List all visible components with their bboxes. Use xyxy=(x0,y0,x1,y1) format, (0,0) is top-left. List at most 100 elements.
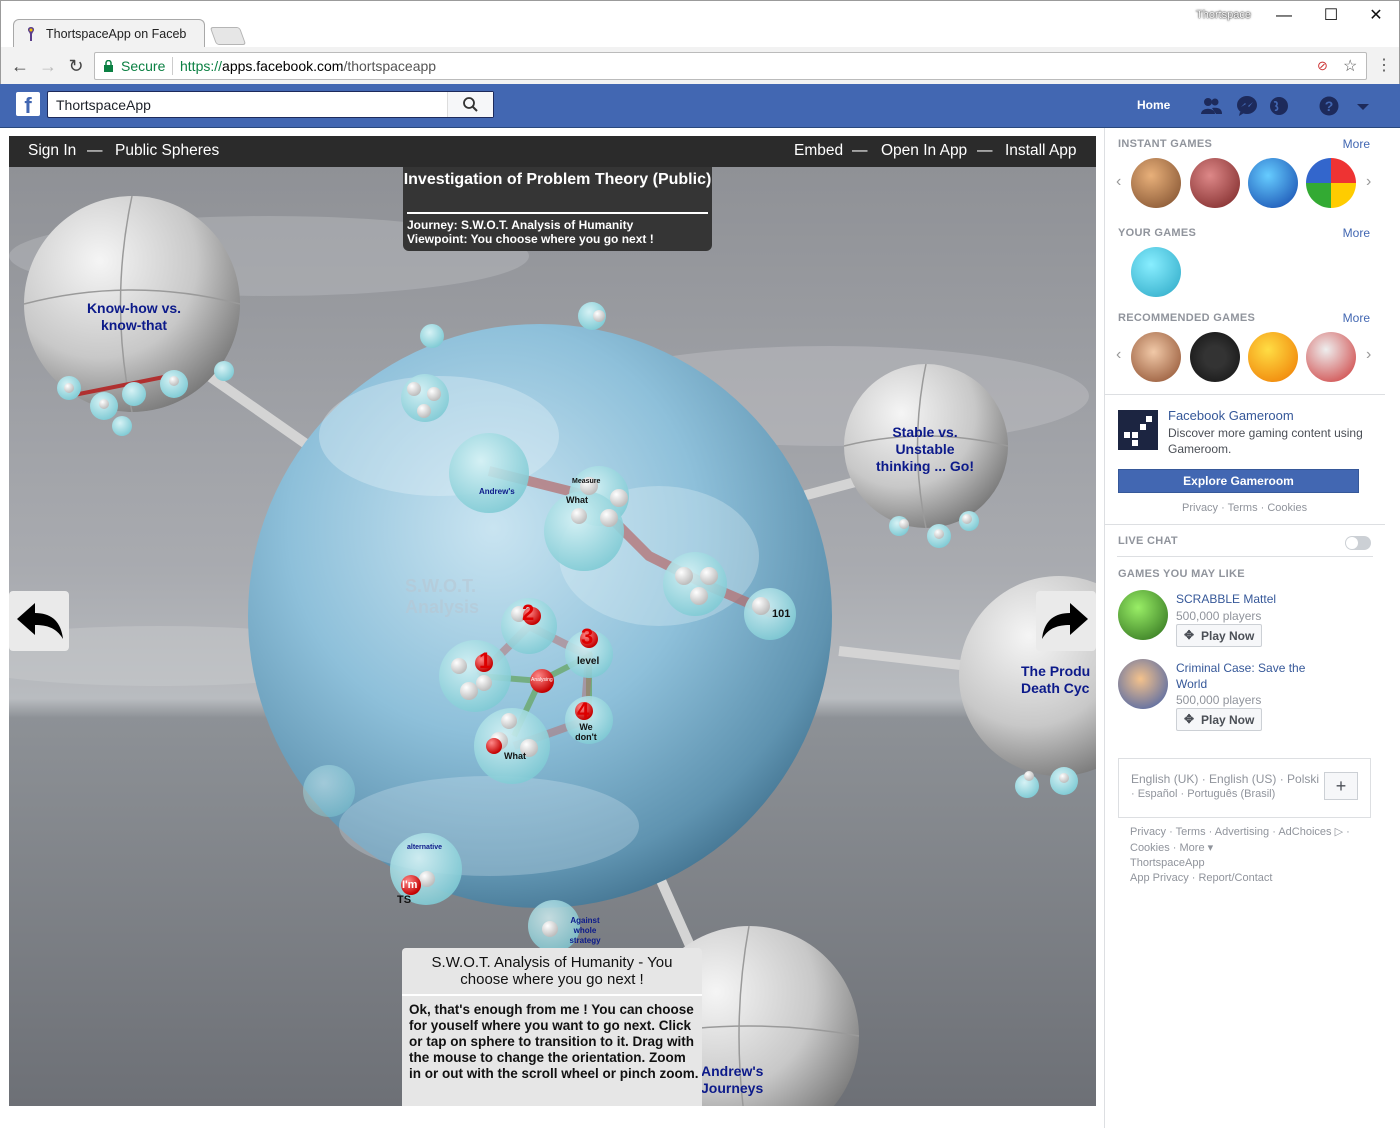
node-what-2[interactable]: What xyxy=(504,751,526,761)
search-input[interactable]: ThortspaceApp xyxy=(56,97,151,113)
chevron-left-icon[interactable]: ‹ xyxy=(1116,346,1121,364)
node-what[interactable]: What xyxy=(566,495,588,505)
play-now-button[interactable]: ✥ Play Now xyxy=(1176,624,1262,647)
game-icon-words-with-friends[interactable] xyxy=(1131,158,1181,208)
add-language-button[interactable]: + xyxy=(1324,772,1358,800)
friend-requests-icon[interactable] xyxy=(1200,96,1222,116)
window-title: Thortspace xyxy=(1196,9,1252,21)
gameroom-title-link[interactable]: Facebook Gameroom xyxy=(1168,408,1294,423)
gameroom-logo-icon[interactable] xyxy=(1118,410,1158,450)
install-app-link[interactable]: Install App xyxy=(1005,142,1077,160)
explore-gameroom-button[interactable]: Explore Gameroom xyxy=(1118,469,1359,493)
game-icon-scrabble[interactable] xyxy=(1118,590,1168,640)
game-icon-thortspace[interactable] xyxy=(1131,247,1181,297)
node-101[interactable]: 101 xyxy=(772,608,790,620)
game-players: 500,000 players xyxy=(1176,609,1262,623)
previous-arrow-button[interactable] xyxy=(9,591,69,651)
node-im[interactable]: I'm xyxy=(402,879,417,891)
game-icon-word[interactable] xyxy=(1306,158,1356,208)
embed-link[interactable]: Embed xyxy=(794,142,843,160)
live-chat-toggle[interactable] xyxy=(1345,536,1371,550)
node-number-1[interactable]: 1 xyxy=(479,648,491,674)
node-measure[interactable]: Measure xyxy=(572,478,600,485)
game-icon-x[interactable] xyxy=(1190,332,1240,382)
blocked-popup-icon[interactable]: ⊘ xyxy=(1317,58,1328,74)
browser-tab[interactable]: ThortspaceApp on Faceb xyxy=(13,19,205,49)
node-number-4[interactable]: 4 xyxy=(577,698,589,724)
footer-links-2[interactable]: Cookies · More ▾ xyxy=(1130,841,1213,857)
new-tab-button[interactable] xyxy=(209,27,247,45)
tab-strip: ThortspaceApp on Faceb Thortspace — ☐ ✕ xyxy=(1,1,1399,49)
facebook-search[interactable]: ThortspaceApp xyxy=(47,91,494,118)
footer-app-name[interactable]: ThortspaceApp xyxy=(1130,856,1205,872)
nav-separator: — xyxy=(977,142,993,159)
language-list-line-1[interactable]: English (UK) · English (US) · Polski xyxy=(1131,772,1319,786)
secure-label: Secure xyxy=(121,58,166,74)
sign-in-link[interactable]: Sign In xyxy=(28,142,76,160)
know-how-sphere[interactable]: Know-how vs. know-that xyxy=(69,300,199,334)
footer-links-3[interactable]: App Privacy · Report/Contact xyxy=(1130,871,1272,887)
your-games-more-link[interactable]: More xyxy=(1343,226,1370,240)
game-icon-castle[interactable] xyxy=(1306,332,1356,382)
game-title[interactable]: SCRABBLE Mattel xyxy=(1176,592,1276,606)
chevron-right-icon[interactable]: › xyxy=(1366,173,1371,191)
product-death-cycle-sphere[interactable]: The Produ Death Cyc xyxy=(1021,663,1096,697)
game-icon-tetris[interactable] xyxy=(1248,158,1298,208)
chevron-right-icon[interactable]: › xyxy=(1366,346,1371,364)
node-ts[interactable]: TS xyxy=(397,894,411,906)
play-now-button[interactable]: ✥ Play Now xyxy=(1176,708,1262,731)
info-divider xyxy=(402,994,702,996)
game-icon-slots-sale[interactable] xyxy=(1248,332,1298,382)
back-icon[interactable]: ← xyxy=(9,56,31,76)
account-menu-icon[interactable] xyxy=(1352,96,1374,116)
node-number-3[interactable]: 3 xyxy=(581,624,593,650)
chevron-left-icon[interactable]: ‹ xyxy=(1116,173,1121,191)
home-link[interactable]: Home xyxy=(1137,98,1170,112)
address-bar[interactable]: Secure https://apps.facebook.com/thortsp… xyxy=(94,52,1367,80)
game-title[interactable]: Criminal Case: Save the World xyxy=(1176,660,1336,692)
recommended-games-more-link[interactable]: More xyxy=(1343,311,1370,325)
instant-games-heading: INSTANT GAMES xyxy=(1118,138,1213,150)
bookmark-star-icon[interactable]: ☆ xyxy=(1343,56,1357,76)
language-list-line-2[interactable]: · Español · Português (Brasil) xyxy=(1131,788,1275,800)
minimize-icon[interactable]: — xyxy=(1269,5,1299,27)
close-icon[interactable]: ✕ xyxy=(1361,5,1391,27)
nav-separator: — xyxy=(87,142,103,159)
instant-games-more-link[interactable]: More xyxy=(1343,137,1370,151)
open-in-app-link[interactable]: Open In App xyxy=(881,142,967,160)
browser-toolbar: ← → ↻ Secure https://apps.facebook.com/t… xyxy=(1,47,1399,85)
andrews-journeys-sphere[interactable]: Andrew's Journeys xyxy=(701,1063,781,1097)
browser-menu-icon[interactable]: ⋮ xyxy=(1376,55,1392,75)
journey-info-panel: S.W.O.T. Analysis of Humanity - You choo… xyxy=(402,948,702,1106)
gameroom-legal-links[interactable]: Privacy · Terms · Cookies xyxy=(1182,502,1307,514)
node-number-2[interactable]: 2 xyxy=(522,600,534,626)
game-icon-kim-kardashian[interactable] xyxy=(1131,332,1181,382)
help-icon[interactable]: ? xyxy=(1318,96,1340,116)
notifications-globe-icon[interactable] xyxy=(1268,96,1290,116)
language-selector: English (UK) · English (US) · Polski · E… xyxy=(1118,758,1371,818)
search-button[interactable] xyxy=(447,92,493,117)
node-level[interactable]: level xyxy=(577,656,599,667)
next-arrow-button[interactable] xyxy=(1036,591,1096,651)
game-icon-8-ball[interactable] xyxy=(1190,158,1240,208)
node-andrews[interactable]: Andrew's xyxy=(479,487,515,496)
thortspace-favicon-icon xyxy=(27,27,35,41)
stable-sphere[interactable]: Stable vs. Unstable thinking ... Go! xyxy=(875,424,975,475)
maximize-icon[interactable]: ☐ xyxy=(1316,5,1346,27)
public-spheres-link[interactable]: Public Spheres xyxy=(115,142,219,160)
node-alternative[interactable]: alternative xyxy=(407,844,442,851)
reload-icon[interactable]: ↻ xyxy=(65,56,87,76)
game-icon-criminal-case[interactable] xyxy=(1118,659,1168,709)
thortspace-canvas[interactable]: Sign In — Public Spheres Embed — Open In… xyxy=(9,136,1096,1106)
space-title: Investigation of Problem Theory (Public) xyxy=(403,171,712,188)
node-against-whole-strategy[interactable]: Against whole strategy xyxy=(565,916,605,946)
facebook-logo-icon[interactable]: f xyxy=(16,92,40,118)
footer-links-1[interactable]: Privacy · Terms · Advertising · AdChoice… xyxy=(1130,825,1350,841)
viewpoint-text: Viewpoint: You choose where you go next … xyxy=(407,232,654,246)
forward-icon[interactable]: → xyxy=(37,56,59,76)
node-we-dont[interactable]: We don't xyxy=(574,722,598,742)
messenger-icon[interactable] xyxy=(1236,96,1258,116)
page-bottom-strip xyxy=(0,1106,1104,1138)
node-analysing[interactable]: Analysing xyxy=(531,677,553,683)
recommended-games-heading: RECOMMENDED GAMES xyxy=(1118,312,1256,324)
